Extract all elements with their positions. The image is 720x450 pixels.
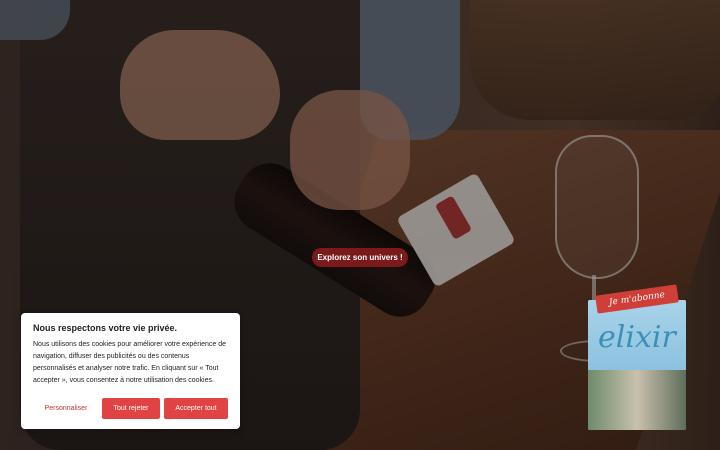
cookie-consent-dialog: Nous respectons votre vie privée. Nous u… [21, 313, 240, 429]
cookie-actions: Personnaliser Tout rejeter Accepter tout [21, 398, 240, 419]
customize-button[interactable]: Personnaliser [34, 398, 98, 419]
reject-all-button[interactable]: Tout rejeter [102, 398, 160, 419]
accept-all-button[interactable]: Accepter tout [164, 398, 228, 419]
cookie-text: Nous utilisons des cookies pour améliore… [33, 341, 226, 384]
magazine-promo[interactable]: elixir Je m'abonne [588, 284, 686, 430]
magazine-cover[interactable]: elixir [588, 300, 686, 430]
cookie-title: Nous respectons votre vie privée. [33, 323, 178, 333]
explore-button[interactable]: Explorez son univers ! [312, 248, 408, 267]
magazine-title: elixir [598, 320, 676, 355]
